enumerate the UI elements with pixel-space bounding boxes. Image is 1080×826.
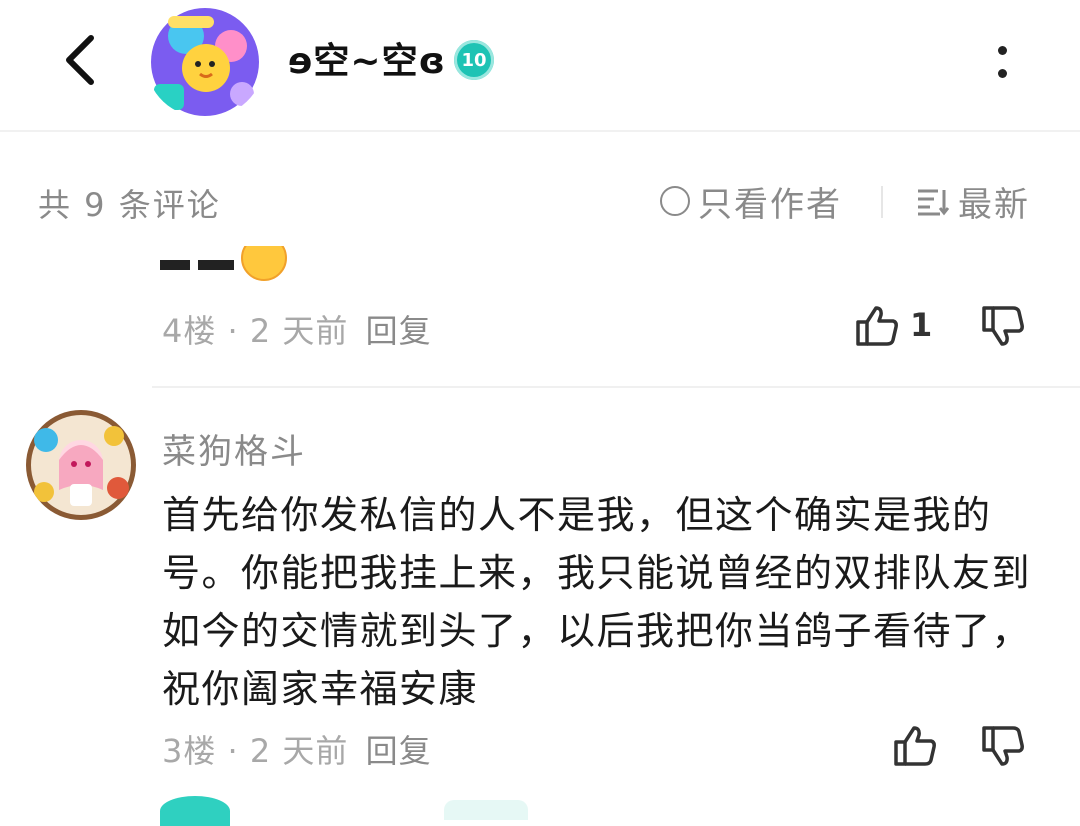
status-badge bbox=[444, 800, 528, 820]
floor-label: 4楼 bbox=[162, 312, 217, 350]
anniversary-avatar-icon bbox=[151, 8, 259, 116]
comment-username[interactable]: 菜狗格斗 bbox=[162, 424, 306, 473]
dislike-button[interactable] bbox=[980, 724, 1026, 772]
floor-label: 3楼 bbox=[162, 732, 217, 770]
chevron-left-icon bbox=[66, 35, 94, 85]
sort-button[interactable]: 最新 bbox=[916, 176, 1030, 226]
top-bar: ɘ空~空ɞ 10 bbox=[0, 0, 1080, 132]
avatar[interactable] bbox=[146, 6, 264, 118]
like-button[interactable] bbox=[892, 724, 938, 772]
sort-label: 最新 bbox=[958, 184, 1030, 225]
user-avatar-icon bbox=[26, 410, 136, 520]
avatar[interactable] bbox=[26, 410, 136, 520]
thumbs-down-icon bbox=[982, 726, 1024, 766]
comment-body: 首先给你发私信的人不是我，但这个确实是我的号。你能把我挂上来，我只能说曾经的双排… bbox=[162, 493, 1032, 711]
comment-filter-bar: 共 9 条评论 只看作者 最新 bbox=[0, 160, 1080, 244]
back-button[interactable] bbox=[52, 28, 108, 92]
divider bbox=[152, 386, 1080, 388]
emoji-icon bbox=[160, 246, 287, 281]
thumbs-up-icon bbox=[894, 726, 936, 766]
comment-time: 2 天前 bbox=[249, 732, 349, 770]
comment-meta: 4楼 · 2 天前 回复 bbox=[162, 312, 432, 350]
dislike-button[interactable] bbox=[980, 304, 1026, 352]
more-options-button[interactable] bbox=[980, 36, 1024, 88]
author-only-label: 只看作者 bbox=[698, 184, 842, 225]
radio-icon bbox=[660, 186, 690, 216]
comment-text-clipped bbox=[160, 246, 300, 284]
comment-count: 共 9 条评论 bbox=[38, 186, 221, 224]
divider bbox=[881, 186, 883, 218]
reply-button[interactable]: 回复 bbox=[366, 732, 432, 770]
comment-meta: 3楼 · 2 天前 回复 bbox=[162, 732, 432, 770]
like-count: 1 bbox=[910, 306, 933, 344]
author-only-toggle[interactable]: 只看作者 bbox=[660, 176, 842, 226]
thumbs-down-icon bbox=[982, 306, 1024, 346]
comment-time: 2 天前 bbox=[249, 312, 349, 350]
like-button[interactable] bbox=[854, 304, 900, 352]
thumbs-up-icon bbox=[856, 306, 898, 346]
avatar[interactable] bbox=[160, 796, 230, 826]
page-title: ɘ空~空ɞ bbox=[288, 41, 446, 82]
more-vertical-icon bbox=[997, 46, 1007, 55]
sort-icon bbox=[918, 189, 950, 216]
level-badge: 10 bbox=[454, 40, 494, 80]
reply-button[interactable]: 回复 bbox=[366, 312, 432, 350]
